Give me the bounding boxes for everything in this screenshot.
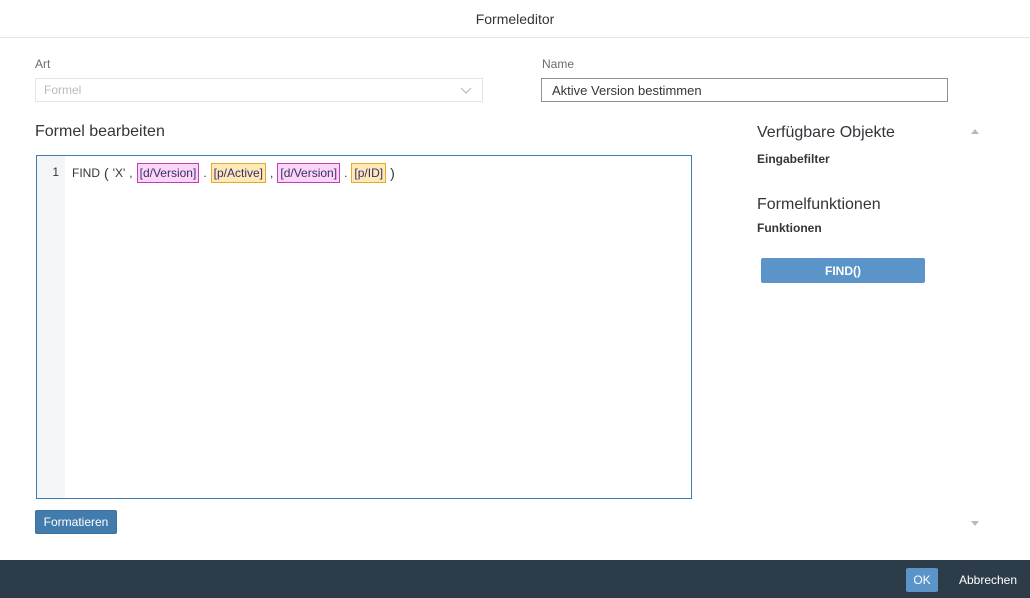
dialog-title: Formeleditor — [475, 10, 555, 27]
function-token: FIND — [72, 166, 100, 180]
comma-token: , — [129, 166, 133, 180]
name-label: Name — [542, 57, 575, 71]
dimension-chip[interactable]: [d/Version] — [136, 163, 200, 183]
literal-token: 'X' — [112, 166, 126, 180]
ok-button[interactable]: OK — [906, 568, 938, 592]
input-filter-label[interactable]: Eingabefilter — [757, 152, 830, 166]
format-button[interactable]: Formatieren — [35, 510, 117, 534]
find-function-button[interactable]: FIND() — [761, 258, 925, 283]
functions-label[interactable]: Funktionen — [757, 221, 822, 235]
available-objects-title: Verfügbare Objekte — [757, 124, 895, 141]
art-label: Art — [35, 57, 51, 71]
editor-gutter: 1 — [37, 156, 65, 498]
dimension-chip[interactable]: [d/Version] — [277, 163, 341, 183]
close-paren-token: ) — [390, 165, 395, 181]
caret-up-icon[interactable] — [971, 128, 979, 134]
edit-formula-title: Formel bearbeiten — [35, 123, 165, 140]
property-chip[interactable]: [p/ID] — [351, 163, 387, 183]
line-number: 1 — [52, 165, 59, 179]
open-paren-token: ( — [104, 165, 109, 181]
formula-editor[interactable]: 1 FIND ( 'X' , [d/Version] . [p/Active] … — [36, 155, 692, 499]
cancel-button[interactable]: Abbrechen — [950, 568, 1026, 592]
caret-down-icon[interactable] — [971, 521, 979, 527]
dot-token: . — [203, 166, 207, 180]
property-chip[interactable]: [p/Active] — [210, 163, 267, 183]
name-input[interactable] — [541, 78, 948, 102]
code-line: FIND ( 'X' , [d/Version] . [p/Active] , … — [72, 163, 395, 183]
dialog-header: Formeleditor — [0, 0, 1030, 38]
comma-token: , — [270, 166, 274, 180]
art-select[interactable]: Formel — [35, 78, 483, 102]
art-select-value: Formel — [44, 83, 82, 97]
chevron-down-icon — [460, 87, 472, 94]
formula-functions-title: Formelfunktionen — [757, 196, 881, 213]
dot-token: . — [344, 166, 348, 180]
dialog-footer — [0, 560, 1030, 598]
